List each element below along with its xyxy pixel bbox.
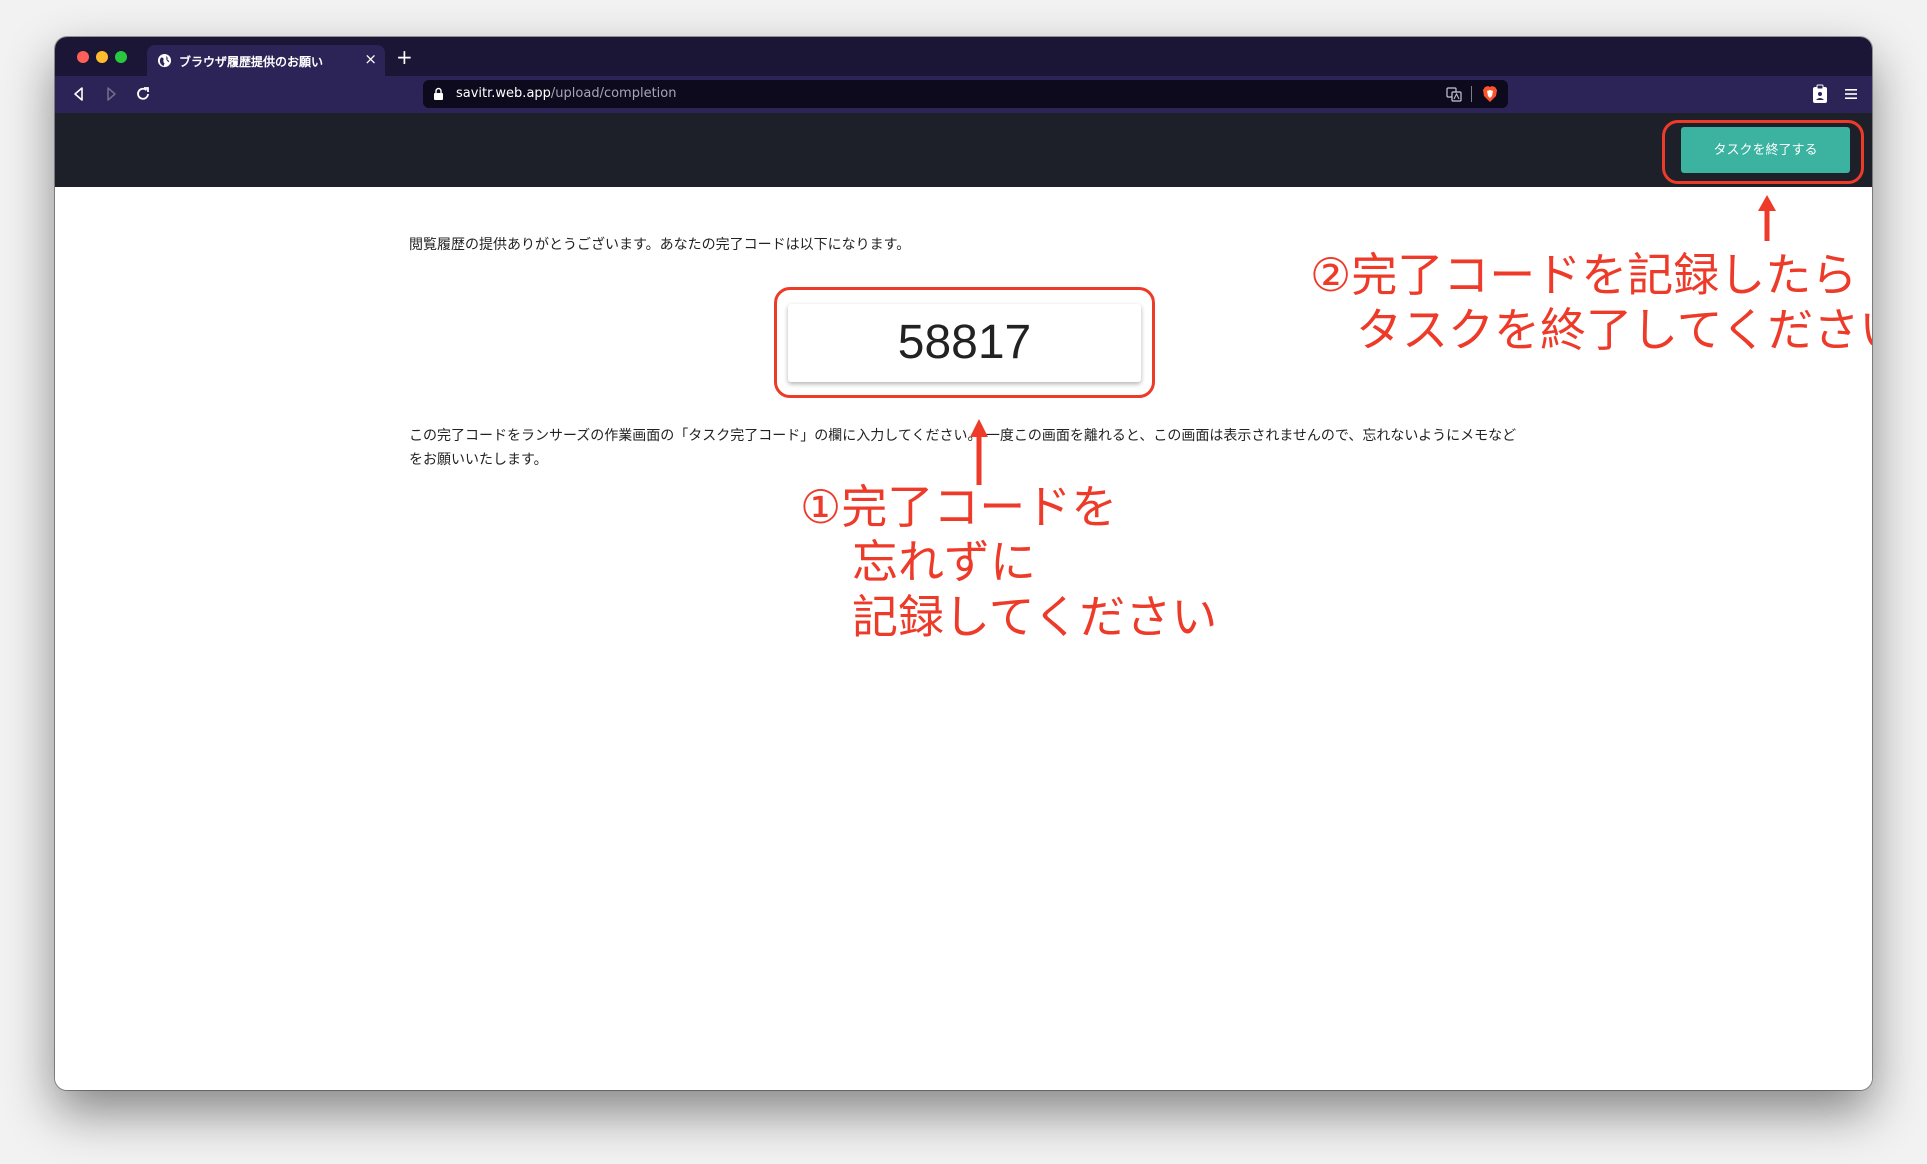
annotation-line: タスクを終了してください — [1356, 303, 1872, 357]
arrow-up-icon — [970, 419, 988, 485]
browser-toolbar: savitr.web.app/upload/completion — [55, 76, 1872, 113]
tab-title: ブラウザ履歴提供のお願い — [179, 55, 324, 69]
app-header: タスクを終了する — [55, 113, 1872, 187]
globe-icon — [157, 53, 172, 68]
instruction-message: この完了コードをランサーズの作業画面の「タスク完了コード」の欄に入力してください… — [409, 428, 1517, 468]
annotation-line: 忘れずに — [852, 535, 1036, 589]
new-tab-button[interactable]: + — [396, 45, 413, 69]
brave-shields-icon[interactable] — [1482, 85, 1498, 103]
clipboard-icon[interactable] — [1812, 84, 1828, 104]
annotation-line: 記録してください — [852, 590, 1218, 644]
url-text: savitr.web.app/upload/completion — [456, 86, 677, 101]
thanks-message: 閲覧履歴の提供ありがとうございます。あなたの完了コードは以下になります。 — [409, 237, 911, 253]
tab-active[interactable]: ブラウザ履歴提供のお願い × — [147, 45, 385, 76]
forward-icon[interactable] — [101, 84, 121, 104]
reload-icon[interactable] — [133, 84, 153, 104]
url-path: /upload/completion — [550, 86, 677, 101]
minimize-window-button[interactable] — [96, 51, 108, 63]
code-highlight-box — [774, 287, 1155, 398]
address-bar[interactable]: savitr.web.app/upload/completion — [423, 80, 1508, 108]
divider — [1471, 86, 1472, 102]
arrow-up-icon — [1758, 195, 1776, 241]
annotation-note-2: ②完了コードを記録したら タスクを終了してください — [1310, 248, 1872, 358]
annotation-line: ②完了コードを記録したら — [1310, 248, 1858, 302]
close-window-button[interactable] — [77, 51, 89, 63]
lock-icon — [434, 87, 443, 100]
browser-window: ブラウザ履歴提供のお願い × + savitr.web.app/upload/c… — [55, 37, 1872, 1090]
maximize-window-button[interactable] — [115, 51, 127, 63]
button-highlight-box — [1662, 120, 1864, 184]
back-icon[interactable] — [69, 84, 89, 104]
translate-icon[interactable] — [1446, 86, 1462, 102]
annotation-note-1: ①完了コードを 忘れずに 記録してください — [800, 480, 1217, 645]
url-host: savitr.web.app — [456, 86, 551, 101]
menu-icon[interactable] — [1844, 86, 1858, 102]
tab-strip: ブラウザ履歴提供のお願い × + — [55, 37, 1872, 76]
annotation-line: ①完了コードを — [800, 480, 1118, 534]
tab-close-icon[interactable]: × — [364, 50, 377, 68]
